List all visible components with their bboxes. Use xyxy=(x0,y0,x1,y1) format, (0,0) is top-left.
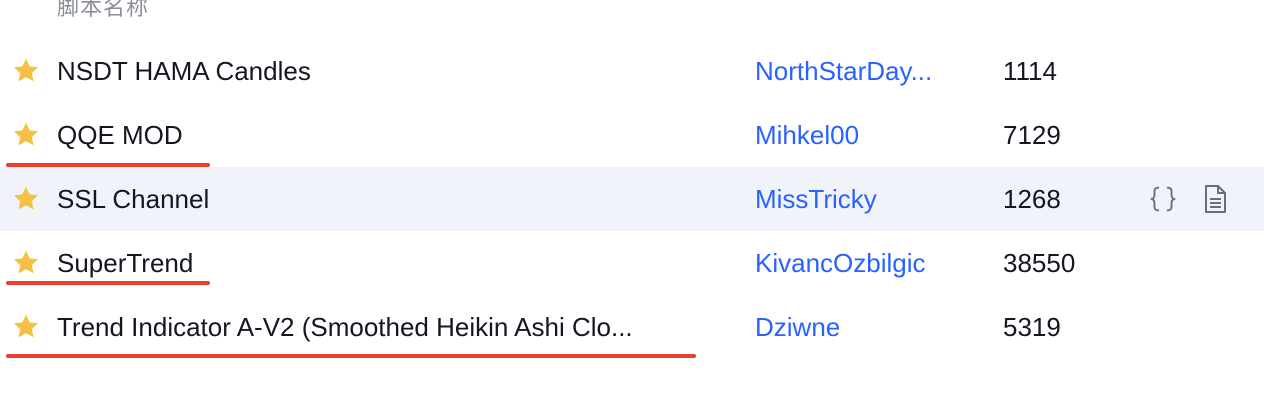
script-usage-count: 7129 xyxy=(1003,120,1061,150)
script-row[interactable]: Trend Indicator A-V2 (Smoothed Heikin As… xyxy=(0,295,1264,359)
script-name[interactable]: QQE MOD xyxy=(57,103,183,167)
script-name[interactable]: NSDT HAMA Candles xyxy=(57,39,311,103)
red-underline-annotation xyxy=(6,281,210,285)
script-name[interactable]: SuperTrend xyxy=(57,231,193,295)
star-icon[interactable] xyxy=(11,56,41,86)
star-icon[interactable] xyxy=(11,120,41,150)
script-author-link[interactable]: NorthStarDay... xyxy=(755,39,932,103)
star-icon[interactable] xyxy=(11,184,41,214)
star-icon[interactable] xyxy=(11,312,41,342)
script-author-link[interactable]: Mihkel00 xyxy=(755,103,859,167)
script-name[interactable]: Trend Indicator A-V2 (Smoothed Heikin As… xyxy=(57,295,633,359)
red-underline-annotation xyxy=(6,354,696,358)
script-row[interactable]: SSL Channel MissTricky 1268 xyxy=(0,167,1264,231)
script-usage-count: 1114 xyxy=(1003,56,1057,86)
script-name[interactable]: SSL Channel xyxy=(57,167,209,231)
column-header-script-name: 脚本名称 xyxy=(57,0,150,20)
script-list: 脚本名称 NSDT HAMA Candles NorthStarDay... 1… xyxy=(0,0,1264,406)
script-row[interactable]: QQE MOD Mihkel00 7129 xyxy=(0,103,1264,167)
script-author-link[interactable]: KivancOzbilgic xyxy=(755,231,926,295)
script-usage-count: 5319 xyxy=(1003,312,1061,342)
document-icon[interactable] xyxy=(1198,183,1232,215)
script-row[interactable]: SuperTrend KivancOzbilgic 38550 xyxy=(0,231,1264,295)
script-author-link[interactable]: Dziwne xyxy=(755,295,840,359)
star-icon[interactable] xyxy=(11,248,41,278)
code-braces-icon[interactable] xyxy=(1146,183,1180,215)
script-usage-count: 38550 xyxy=(1003,248,1076,278)
script-author-link[interactable]: MissTricky xyxy=(755,167,877,231)
script-usage-count: 1268 xyxy=(1003,184,1061,214)
script-row[interactable]: NSDT HAMA Candles NorthStarDay... 1114 xyxy=(0,39,1264,103)
